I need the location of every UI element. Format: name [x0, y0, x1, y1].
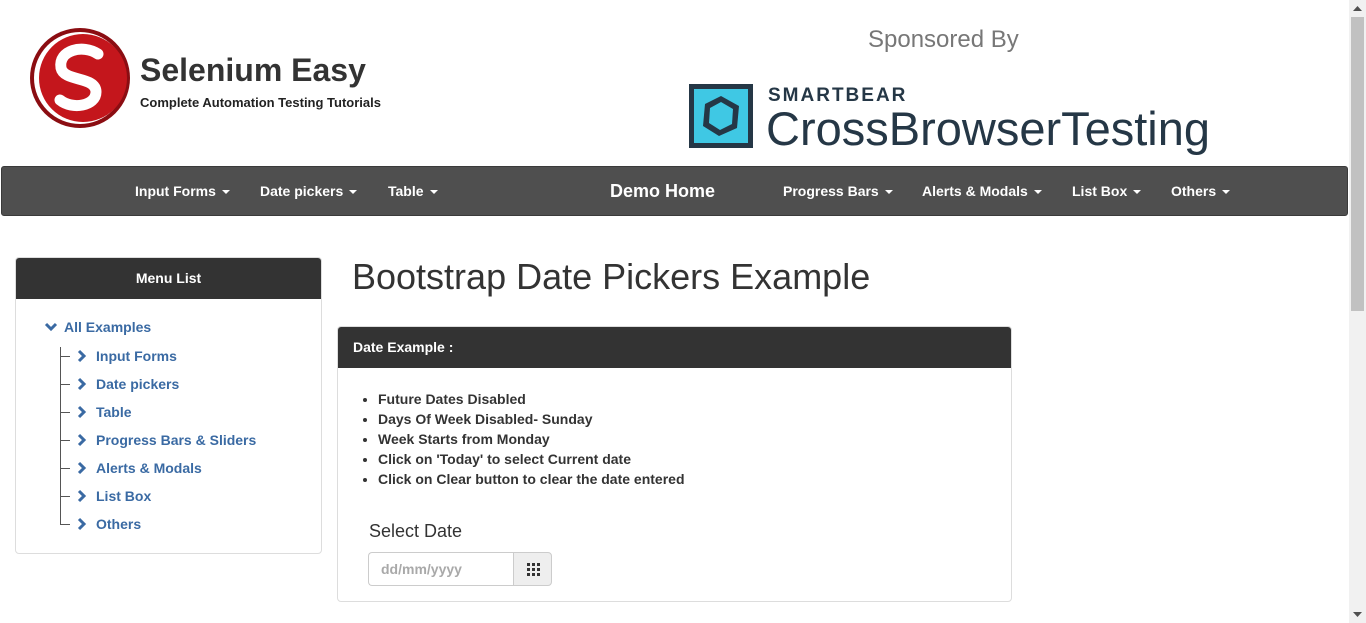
caret-down-icon: [221, 190, 230, 195]
tree-item-label: Others: [96, 516, 142, 532]
tree-branch: [60, 440, 70, 441]
date-example-heading: Date Example :: [338, 327, 1011, 368]
chevron-down-icon: [44, 322, 58, 332]
nav-table-label: Table: [388, 183, 424, 199]
tree-item-progress-bars-sliders[interactable]: Progress Bars & Sliders: [60, 430, 300, 450]
nav-list-box[interactable]: List Box: [1072, 167, 1142, 217]
nav-demo-home-label: Demo Home: [610, 181, 716, 201]
nav-others[interactable]: Others: [1171, 167, 1231, 217]
chevron-right-icon: [77, 349, 87, 363]
tree-item-alerts-modals[interactable]: Alerts & Modals: [60, 458, 300, 478]
crossbrowsertesting-logo[interactable]: [689, 84, 753, 148]
sponsor-brand-name[interactable]: CrossBrowserTesting: [766, 101, 1210, 156]
tree-root-label: All Examples: [64, 319, 152, 335]
tree-item-others[interactable]: Others: [60, 514, 300, 534]
page-scrollbar[interactable]: [1349, 0, 1366, 623]
chevron-right-icon: [77, 433, 87, 447]
chevron-right-icon: [77, 517, 87, 531]
select-date-label: Select Date: [369, 521, 463, 541]
grid-icon: [527, 563, 540, 576]
page-title: Bootstrap Date Pickers Example: [352, 256, 871, 297]
tree-branch: [60, 356, 70, 357]
feature-list: Future Dates Disabled Days Of Week Disab…: [378, 389, 685, 489]
nav-date-pickers[interactable]: Date pickers: [260, 167, 358, 217]
caret-down-icon: [1033, 190, 1042, 195]
calendar-button[interactable]: [513, 552, 552, 586]
menu-list-heading: Menu List: [16, 258, 321, 299]
tree-branch: [60, 412, 70, 413]
menu-list-panel: Menu List All Examples Input Forms Date …: [15, 257, 322, 554]
brand-title[interactable]: Selenium Easy: [140, 52, 366, 89]
caret-down-icon: [884, 190, 893, 195]
tree-root-all-examples[interactable]: All Examples: [44, 319, 151, 335]
feature-item: Click on Clear button to clear the date …: [378, 469, 685, 489]
tree-item-label: Alerts & Modals: [96, 460, 202, 476]
chevron-right-icon: [77, 489, 87, 503]
caret-down-icon: [1222, 190, 1231, 195]
feature-item: Click on 'Today' to select Current date: [378, 449, 685, 469]
nav-alerts-modals-label: Alerts & Modals: [922, 183, 1028, 199]
feature-item: Future Dates Disabled: [378, 389, 685, 409]
scrollbar-thumb[interactable]: [1351, 17, 1364, 311]
date-example-panel: Date Example : Future Dates Disabled Day…: [337, 326, 1012, 602]
sponsored-label: Sponsored By: [868, 26, 1019, 53]
tree-branch: [60, 496, 70, 497]
nav-list-box-label: List Box: [1072, 183, 1128, 199]
tree-branch: [60, 384, 70, 385]
nav-others-label: Others: [1171, 183, 1217, 199]
tree-item-label: Table: [96, 404, 132, 420]
nav-date-pickers-label: Date pickers: [260, 183, 344, 199]
selenium-easy-logo[interactable]: [28, 26, 132, 130]
date-input[interactable]: [368, 552, 513, 586]
nav-demo-home[interactable]: Demo Home: [610, 167, 715, 217]
nav-progress-bars-label: Progress Bars: [783, 183, 879, 199]
tree-item-list-box[interactable]: List Box: [60, 486, 300, 506]
tree-item-input-forms[interactable]: Input Forms: [60, 346, 300, 366]
chevron-right-icon: [77, 377, 87, 391]
feature-item: Days Of Week Disabled- Sunday: [378, 409, 685, 429]
nav-input-forms[interactable]: Input Forms: [135, 167, 230, 217]
chevron-right-icon: [77, 461, 87, 475]
tree-item-label: Date pickers: [96, 376, 180, 392]
tree-item-label: Input Forms: [96, 348, 177, 364]
site-header: Selenium Easy Complete Automation Testin…: [0, 0, 1348, 166]
scroll-up-arrow-icon[interactable]: [1349, 0, 1366, 17]
scroll-down-arrow-icon[interactable]: [1349, 606, 1366, 623]
tree-item-label: List Box: [96, 488, 152, 504]
caret-down-icon: [1133, 190, 1142, 195]
tree-item-label: Progress Bars & Sliders: [96, 432, 257, 448]
chevron-right-icon: [77, 405, 87, 419]
main-navbar: Input Forms Date pickers Table Demo Home…: [1, 166, 1348, 216]
nav-alerts-modals[interactable]: Alerts & Modals: [922, 167, 1042, 217]
caret-down-icon: [349, 190, 358, 195]
nav-progress-bars[interactable]: Progress Bars: [783, 167, 893, 217]
caret-down-icon: [429, 190, 438, 195]
tree-branch: [60, 468, 70, 469]
tree-item-table[interactable]: Table: [60, 402, 300, 422]
feature-item: Week Starts from Monday: [378, 429, 685, 449]
tree-item-date-pickers[interactable]: Date pickers: [60, 374, 300, 394]
nav-table[interactable]: Table: [388, 167, 438, 217]
brand-subtitle: Complete Automation Testing Tutorials: [140, 95, 381, 110]
tree-branch: [60, 524, 70, 525]
nav-input-forms-label: Input Forms: [135, 183, 216, 199]
